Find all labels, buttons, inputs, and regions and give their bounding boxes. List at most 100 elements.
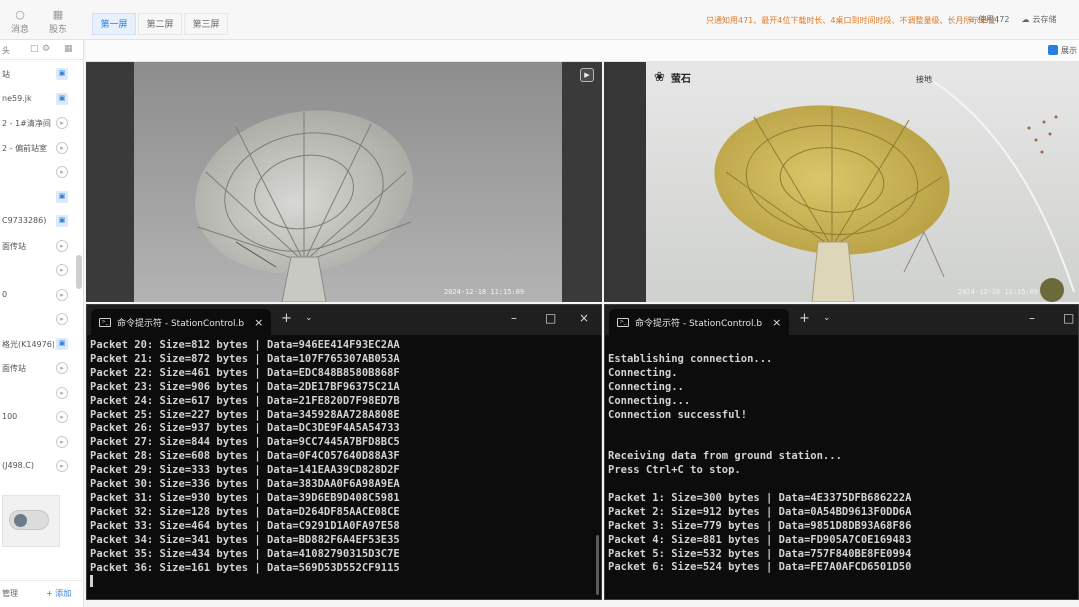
manage-button[interactable]: 管理 (2, 588, 18, 599)
sidebar-item[interactable]: ne59.jk ▣ (0, 91, 84, 107)
sidebar-item[interactable]: 0 ▸ (0, 287, 84, 303)
play-circle-icon[interactable]: ▸ (56, 313, 68, 325)
terminal-line: Packet 36: Size=161 bytes | Data=569D53D… (90, 561, 400, 574)
play-circle-icon[interactable]: ▸ (56, 141, 68, 154)
nav-apps-label: 股东 (48, 25, 67, 35)
display-checkbox-label: 展示 (1061, 46, 1077, 55)
sidebar-item[interactable]: 格光(K14976) ▣ (0, 336, 84, 352)
nav-messages-button[interactable]: ○ 消息 (2, 8, 38, 36)
sidebar-item[interactable]: 2 - 偏前站室 ▸ (0, 140, 84, 156)
play-circle-icon[interactable]: ▸ (56, 362, 68, 374)
play-circle-icon[interactable]: ▸ (56, 166, 68, 178)
sidebar-item[interactable]: 站 ▣ (0, 66, 84, 82)
terminal-1-tab[interactable]: >_ 命令提示符 - StationControl.b × (91, 309, 272, 335)
close-tab-icon[interactable]: × (772, 316, 781, 329)
terminal-line: Connecting. (608, 366, 678, 379)
sidebar-item[interactable]: (J498.C) ▸ (0, 458, 84, 474)
sidebar-scrollbar[interactable] (76, 255, 82, 289)
chevron-down-icon[interactable]: ⌄ (823, 313, 831, 323)
close-window-button[interactable]: × (579, 311, 589, 325)
terminal-line: Packet 3: Size=779 bytes | Data=9851D8DB… (608, 519, 912, 532)
terminal-line: Packet 6: Size=524 bytes | Data=FE7A0AFC… (608, 561, 912, 574)
sidebar-item[interactable]: 100 ▸ (0, 409, 84, 425)
sidebar-item[interactable]: ▸ (0, 385, 84, 401)
sidebar-item-label: 2 - 偏前站室 (2, 143, 48, 153)
device-online-icon[interactable]: ▣ (56, 92, 68, 105)
terminal-1-output[interactable]: Packet 20: Size=812 bytes | Data=946EE41… (90, 339, 593, 589)
device-online-icon[interactable]: ▣ (56, 68, 68, 80)
terminal-line: Packet 4: Size=881 bytes | Data=FD905A7C… (608, 533, 912, 546)
camera-feed-1[interactable]: ▶ 2024-12-18 11:15:09 (86, 62, 602, 302)
play-circle-icon[interactable]: ▸ (56, 386, 68, 399)
terminal-1-scrollbar[interactable] (596, 535, 599, 595)
minimize-button[interactable]: – (511, 311, 517, 325)
device-online-icon[interactable]: ▣ (56, 190, 68, 203)
terminal-window-1[interactable]: >_ 命令提示符 - StationControl.b × + ⌄ – □ × … (86, 304, 602, 600)
play-circle-icon[interactable]: ▸ (56, 288, 68, 301)
terminal-line: Packet 35: Size=434 bytes | Data=4108279… (90, 547, 400, 560)
terminal-1-title: 命令提示符 - StationControl.b (117, 318, 245, 329)
play-circle-icon[interactable]: ▸ (56, 435, 68, 448)
sidebar-item-label: ne59.jk (2, 93, 32, 103)
nav-messages-label: 消息 (10, 25, 29, 35)
camera-brand: ❀ 萤石 (654, 70, 691, 85)
usage-button[interactable]: ♕ 使用472 (968, 14, 1009, 25)
terminal-cursor (90, 575, 93, 588)
tab-screen-3[interactable]: 第三屏 (184, 13, 228, 35)
camera-feed-2[interactable]: ❀ 萤石 接地 2024-12-18 11:15:09 (604, 62, 1079, 302)
chevron-down-icon[interactable]: ⌄ (305, 313, 313, 323)
terminal-1-titlebar: >_ 命令提示符 - StationControl.b × + ⌄ – □ × (87, 305, 601, 335)
terminal-window-2[interactable]: >_ 命令提示符 - StationControl.b × + ⌄ – □ Es… (604, 304, 1079, 600)
tab-screen-2[interactable]: 第二屏 (138, 13, 182, 35)
new-tab-button[interactable]: + (281, 311, 292, 326)
terminal-2-tab[interactable]: >_ 命令提示符 - StationControl.b × (609, 309, 790, 335)
terminal-2-output[interactable]: Establishing connection... Connecting. Con… (608, 339, 1070, 575)
sidebar-item[interactable]: 面传站 ▸ (0, 238, 84, 254)
grid-view-icon[interactable]: ▦ (64, 44, 73, 54)
settings-icon[interactable]: ⚙ (42, 44, 50, 54)
notice-text: 只通知用471、最开4位下载时长、4桌口到时间时段、不调整量级、长月所示单位！ (706, 16, 1004, 25)
terminal-line: Packet 27: Size=844 bytes | Data=9CC7445… (90, 436, 400, 449)
sidebar-item[interactable]: 面传站 ▸ (0, 360, 84, 376)
sidebar-item[interactable]: C9733286) ▣ (0, 213, 84, 229)
cloud-storage-label: 云存储 (1032, 15, 1057, 24)
add-device-button[interactable]: + 添加 (46, 588, 71, 599)
terminal-line: Packet 34: Size=341 bytes | Data=BD882F6… (90, 533, 400, 546)
grid-icon: ▦ (52, 8, 64, 21)
close-tab-icon[interactable]: × (254, 316, 263, 329)
sidebar-item[interactable]: ▸ (0, 311, 84, 327)
maximize-button[interactable]: □ (545, 311, 556, 325)
nav-apps-button[interactable]: ▦ 股东 (40, 8, 76, 36)
new-tab-button[interactable]: + (799, 311, 810, 326)
sidebar-item[interactable]: 2 - 1#清净间 ▸ (0, 115, 84, 131)
play-button[interactable]: ▶ (580, 68, 594, 82)
cloud-storage-button[interactable]: ☁ 云存储 (1021, 14, 1056, 25)
play-circle-icon[interactable]: ▸ (56, 264, 68, 276)
camera-feed-2-timestamp: 2024-12-18 11:15:09 (958, 288, 1039, 296)
tab-screen-1[interactable]: 第一屏 (92, 13, 136, 35)
terminal-line: Connecting.. (608, 380, 684, 393)
terminal-line: Packet 31: Size=930 bytes | Data=39D6EB9… (90, 491, 400, 504)
display-checkbox[interactable] (1048, 45, 1058, 55)
sidebar-item[interactable]: ▣ (0, 189, 84, 205)
sidebar-item[interactable]: ▸ (0, 262, 84, 278)
play-circle-icon[interactable]: ▸ (56, 411, 68, 423)
minimize-button[interactable]: – (1029, 311, 1035, 325)
camera-thumbnail[interactable] (2, 495, 60, 547)
play-circle-icon[interactable]: ▸ (56, 117, 68, 129)
sidebar-item-label: 面传站 (2, 364, 26, 373)
device-online-icon[interactable]: ▣ (56, 337, 68, 350)
sidebar-header: 头 □ ⚙ ▦ (0, 40, 84, 60)
sidebar-item[interactable]: ▸ (0, 164, 84, 180)
camera-icon (9, 510, 49, 530)
copy-icon[interactable]: □ (30, 44, 39, 54)
device-online-icon[interactable]: ▣ (56, 215, 68, 227)
terminal-line: Packet 23: Size=906 bytes | Data=2DE17BF… (90, 380, 400, 393)
device-sidebar: 头 □ ⚙ ▦ 站 ▣ ne59.jk ▣ 2 - 1#清净间 ▸ 2 - 偏前站室 ▸ ▸ ▣ C… (0, 40, 84, 607)
play-circle-icon[interactable]: ▸ (56, 239, 68, 252)
play-circle-icon[interactable]: ▸ (56, 460, 68, 472)
sidebar-item[interactable]: ▸ (0, 434, 84, 450)
maximize-button[interactable]: □ (1063, 311, 1074, 325)
